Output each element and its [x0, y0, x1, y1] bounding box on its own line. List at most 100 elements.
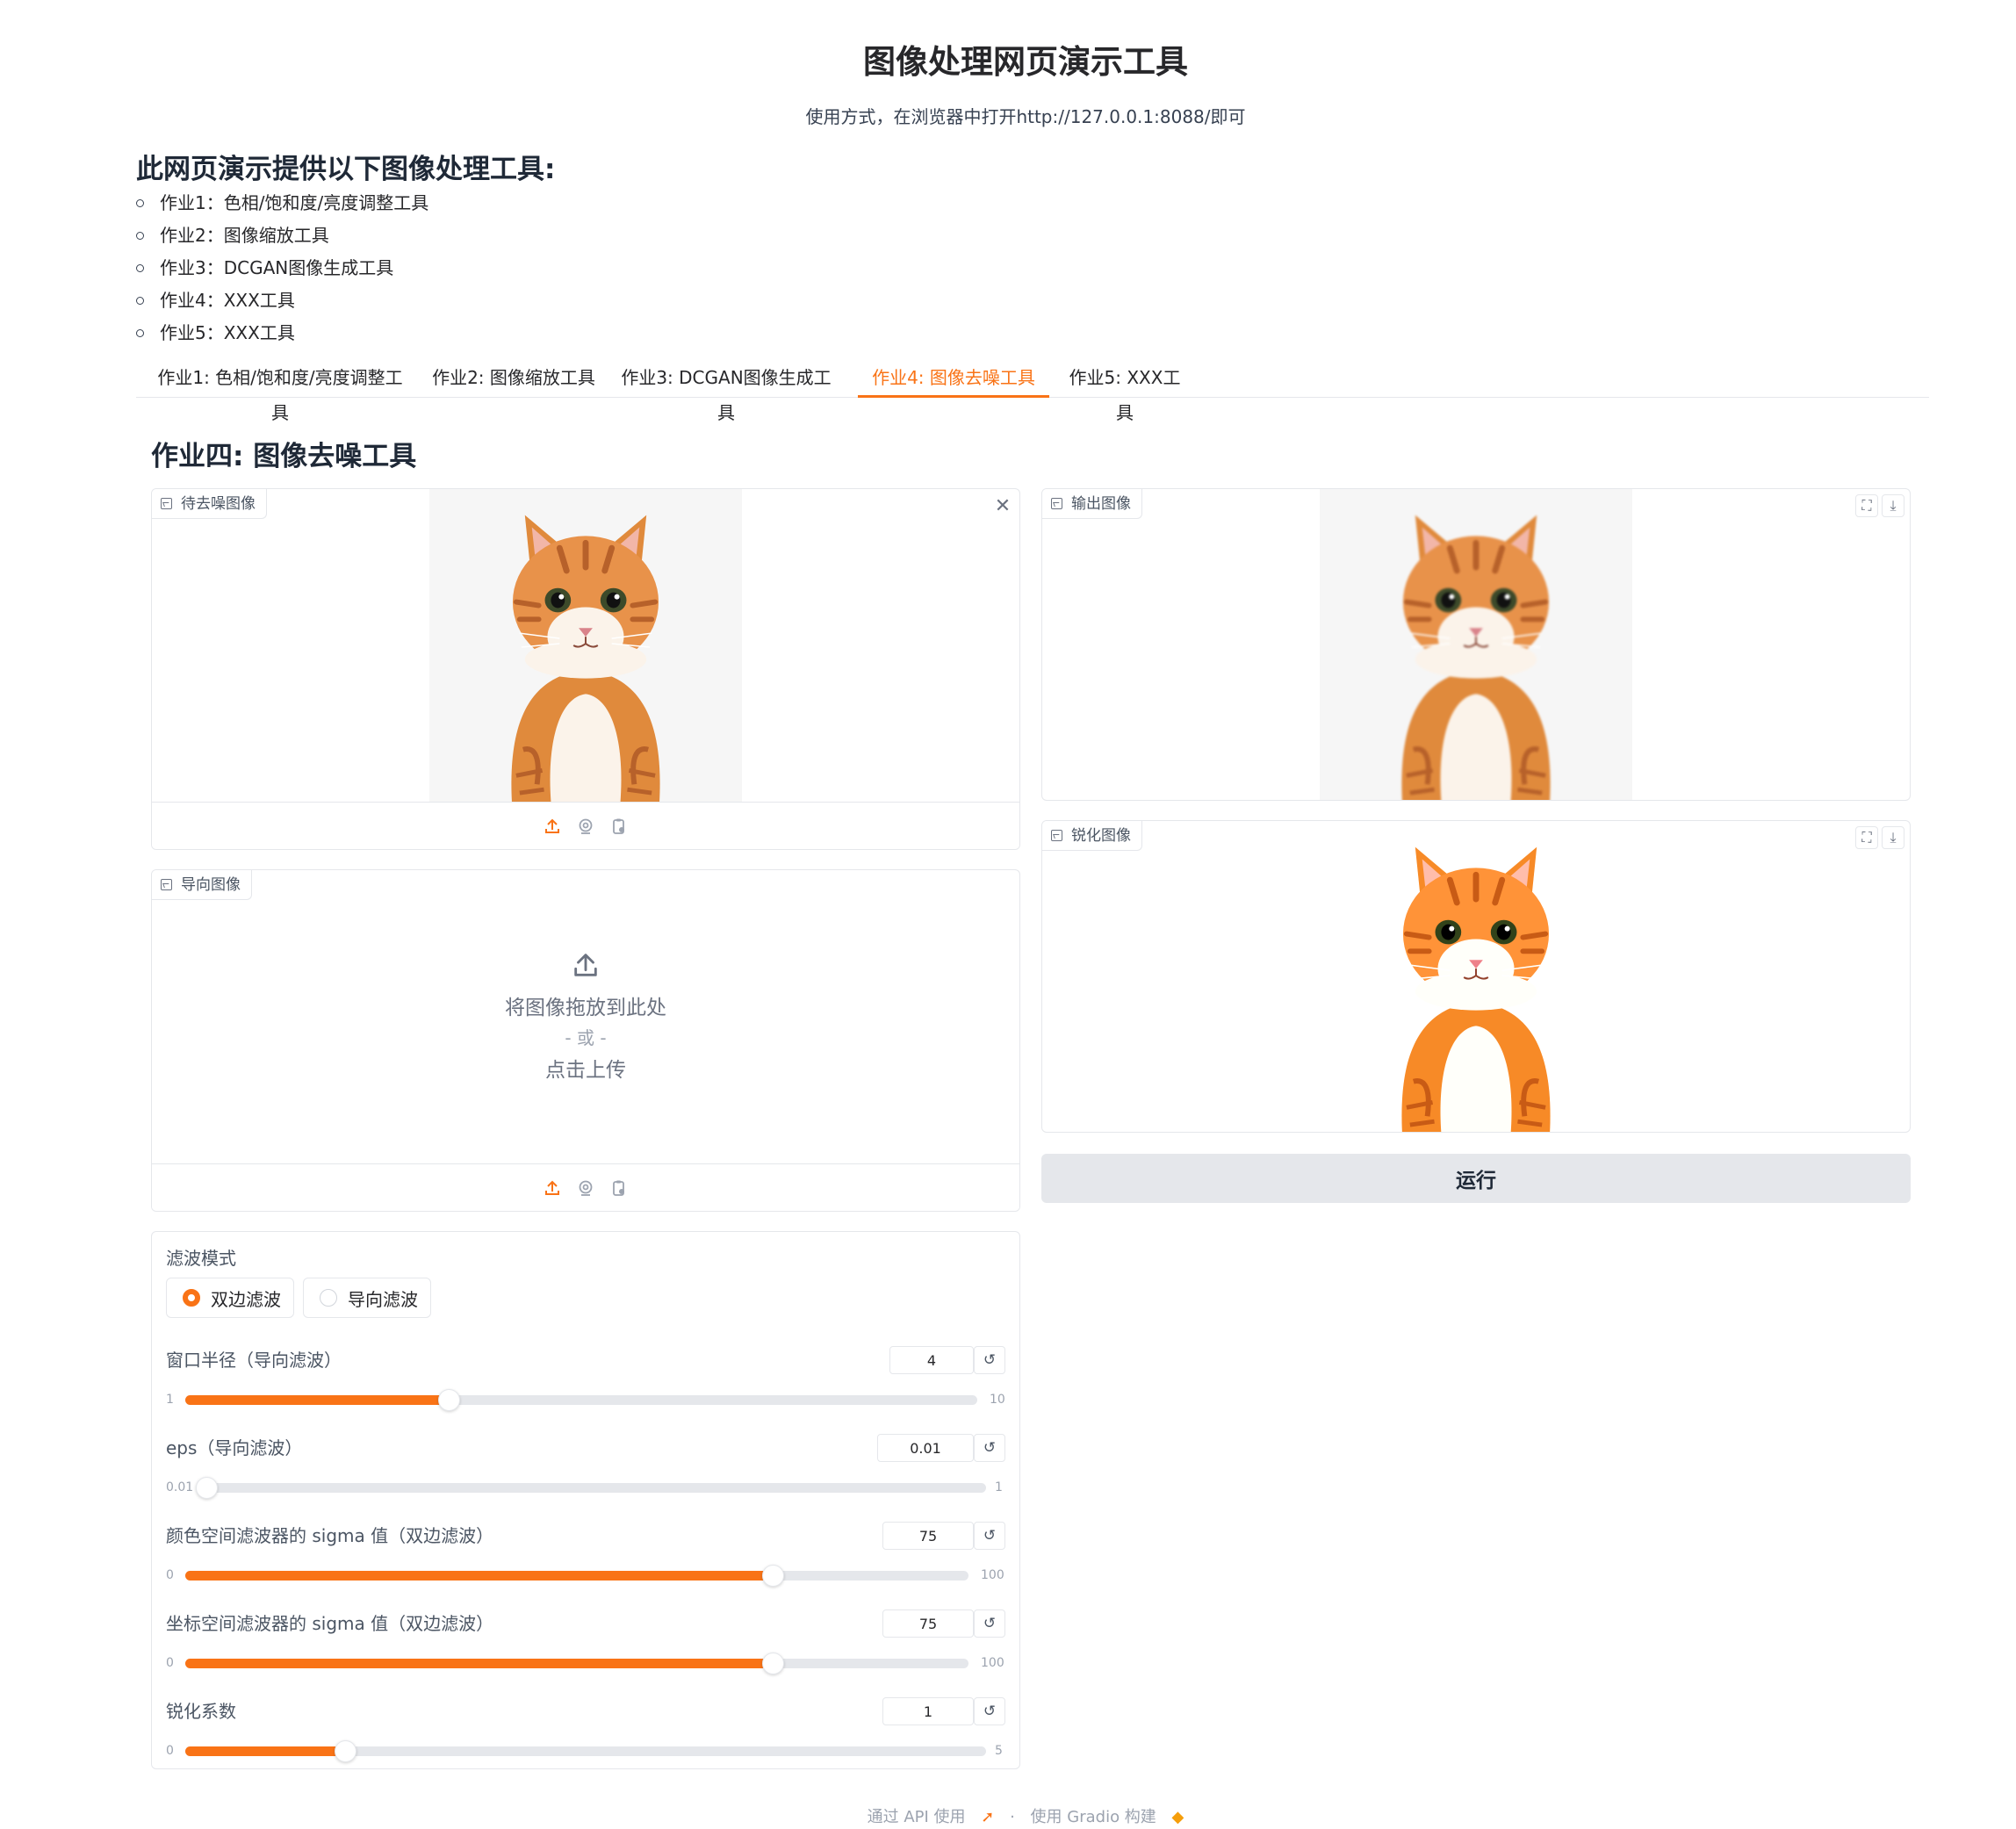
- slider-thumb[interactable]: [335, 1740, 357, 1762]
- gradio-link[interactable]: 使用 Gradio 构建: [1031, 1808, 1156, 1826]
- clipboard-icon[interactable]: [608, 816, 630, 837]
- slider-fill: [185, 1571, 773, 1581]
- guide-image-label-text: 导向图像: [181, 875, 241, 894]
- webcam-icon[interactable]: [575, 1177, 596, 1199]
- run-button[interactable]: 运行: [1041, 1154, 1911, 1203]
- slider-min: 1: [166, 1393, 174, 1407]
- sharpened-image-label: 锐化图像: [1042, 821, 1142, 851]
- slider-fill: [185, 1659, 773, 1668]
- intro-heading: 此网页演示提供以下图像处理工具:: [136, 154, 556, 185]
- list-item: 作业5：XXX工具: [136, 320, 428, 352]
- slider-fill: [185, 1746, 346, 1756]
- sigma-space-slider[interactable]: [185, 1653, 968, 1674]
- sharpen-coefficient-slider[interactable]: [185, 1740, 986, 1762]
- download-icon[interactable]: ⤓: [1882, 494, 1904, 517]
- slider-thumb[interactable]: [196, 1477, 218, 1499]
- output-image-label-text: 输出图像: [1071, 494, 1131, 513]
- fullscreen-icon[interactable]: ⛶: [1855, 494, 1878, 517]
- upload-click-text: 点击上传: [545, 1058, 626, 1082]
- slider-label: 坐标空间滤波器的 sigma 值（双边滤波）: [166, 1613, 494, 1634]
- sigma-color-slider[interactable]: [185, 1565, 968, 1587]
- radio-bilateral-label: 双边滤波: [211, 1288, 281, 1310]
- radio-dot-selected: [183, 1289, 200, 1307]
- close-icon[interactable]: ✕: [991, 494, 1014, 517]
- image-source-toolbar: [152, 1163, 1019, 1211]
- eps-input[interactable]: 0.01: [877, 1434, 974, 1462]
- list-item: 作业1：色相/饱和度/亮度调整工具: [136, 190, 428, 222]
- webcam-icon[interactable]: [575, 816, 596, 837]
- window-radius-input[interactable]: 4: [889, 1346, 974, 1374]
- guide-image-label: 导向图像: [152, 870, 252, 900]
- upload-drop-text: 将图像拖放到此处: [505, 996, 666, 1019]
- download-icon[interactable]: ⤓: [1882, 826, 1904, 849]
- footer-separator: ·: [1010, 1808, 1015, 1826]
- slider-min: 0: [166, 1656, 174, 1670]
- output-image-panel: 输出图像 ⛶ ⤓: [1041, 488, 1911, 801]
- slider-thumb[interactable]: [762, 1565, 784, 1587]
- slider-fill: [185, 1395, 450, 1405]
- tab-hw3[interactable]: 作业3: DCGAN图像生成工具: [621, 360, 832, 423]
- upload-icon[interactable]: [542, 816, 563, 837]
- tab-bar: 作业1: 色相/饱和度/亮度调整工具 作业2: 图像缩放工具 作业3: DCGA…: [136, 360, 1929, 423]
- reset-icon[interactable]: ↺: [974, 1522, 1005, 1550]
- sigma-color-input[interactable]: 75: [882, 1522, 974, 1550]
- tool-list: 作业1：色相/饱和度/亮度调整工具 作业2：图像缩放工具 作业3：DCGAN图像…: [136, 190, 428, 352]
- clipboard-icon[interactable]: [608, 1177, 630, 1199]
- filter-controls: 滤波模式 双边滤波 导向滤波 窗口半径（导向滤波） 4 ↺ 1 1 0 eps（导…: [151, 1231, 1020, 1769]
- reset-icon[interactable]: ↺: [974, 1434, 1005, 1462]
- list-item: 作业4：XXX工具: [136, 287, 428, 320]
- noisy-image-label-text: 待去噪图像: [181, 494, 256, 513]
- image-icon: [161, 498, 172, 509]
- window-radius-slider[interactable]: [185, 1389, 977, 1411]
- radio-guided[interactable]: 导向滤波: [303, 1278, 431, 1318]
- output-image: [1320, 489, 1632, 800]
- tab-hw2[interactable]: 作业2: 图像缩放工具: [431, 360, 596, 398]
- sharpened-image-label-text: 锐化图像: [1071, 826, 1131, 845]
- list-item: 作业3：DCGAN图像生成工具: [136, 255, 428, 287]
- usage-instructions: 使用方式，在浏览器中打开http://127.0.0.1:8088/即可: [805, 106, 1246, 127]
- eps-slider[interactable]: [196, 1477, 986, 1499]
- filter-mode-label: 滤波模式: [166, 1248, 236, 1269]
- list-item: 作业2：图像缩放工具: [136, 222, 428, 255]
- slider-label: 锐化系数: [166, 1701, 236, 1722]
- guide-image-panel: 导向图像 将图像拖放到此处 - 或 - 点击上传: [151, 869, 1020, 1212]
- slider-min: 0.01: [166, 1480, 194, 1494]
- sharpen-coefficient-input[interactable]: 1: [882, 1697, 974, 1725]
- slider-max: 100: [981, 1568, 1004, 1582]
- slider-thumb[interactable]: [762, 1653, 784, 1674]
- radio-bilateral[interactable]: 双边滤波: [166, 1278, 294, 1318]
- footer: 通过 API 使用 ➚ · 使用 Gradio 构建 ◆: [0, 1804, 2016, 1827]
- slider-max: 5: [995, 1744, 1003, 1758]
- upload-icon[interactable]: [542, 1177, 563, 1199]
- app-title: 图像处理网页演示工具: [863, 43, 1188, 81]
- output-image-label: 输出图像: [1042, 489, 1142, 519]
- gradio-logo-icon: ◆: [1171, 1808, 1184, 1826]
- noisy-image[interactable]: [429, 489, 742, 802]
- noisy-image-label: 待去噪图像: [152, 489, 267, 519]
- tab-hw4[interactable]: 作业4: 图像去噪工具: [858, 360, 1049, 398]
- upload-or-text: - 或 -: [565, 1026, 607, 1048]
- image-source-toolbar: [152, 802, 1019, 849]
- slider-label: 窗口半径（导向滤波）: [166, 1350, 342, 1371]
- slider-label: eps（导向滤波）: [166, 1437, 303, 1458]
- tab-hw1[interactable]: 作业1: 色相/饱和度/亮度调整工具: [154, 360, 407, 423]
- sigma-space-input[interactable]: 75: [882, 1609, 974, 1638]
- image-icon: [161, 879, 172, 890]
- noisy-image-panel: 待去噪图像 ✕: [151, 488, 1020, 850]
- sharpened-image: [1320, 821, 1632, 1132]
- image-icon: [1051, 498, 1062, 509]
- radio-guided-label: 导向滤波: [348, 1288, 418, 1310]
- fullscreen-icon[interactable]: ⛶: [1855, 826, 1878, 849]
- slider-thumb[interactable]: [438, 1389, 461, 1411]
- reset-icon[interactable]: ↺: [974, 1346, 1005, 1374]
- tab-hw5[interactable]: 作业5: XXX工具: [1063, 360, 1186, 423]
- reset-icon[interactable]: ↺: [974, 1609, 1005, 1638]
- radio-dot: [320, 1289, 337, 1307]
- guide-image-dropzone[interactable]: 将图像拖放到此处 - 或 - 点击上传: [152, 870, 1019, 1162]
- reset-icon[interactable]: ↺: [974, 1697, 1005, 1725]
- slider-max: 1: [995, 1480, 1003, 1494]
- api-link[interactable]: 通过 API 使用: [868, 1808, 966, 1826]
- image-icon: [1051, 830, 1062, 841]
- slider-min: 0: [166, 1744, 174, 1758]
- slider-min: 0: [166, 1568, 174, 1582]
